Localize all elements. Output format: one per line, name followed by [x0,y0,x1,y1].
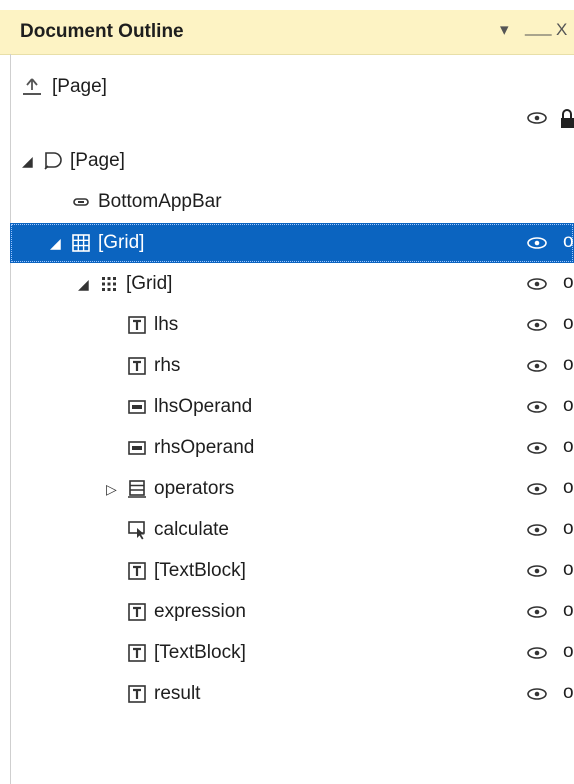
textbox-icon [126,642,148,664]
button-icon [126,519,148,541]
textfield-icon [126,396,148,418]
visibility-toggle-eye-icon[interactable] [526,317,548,333]
tree-node-label: [Page] [70,150,125,171]
panel-title: Document Outline [20,21,184,42]
tree-node-row[interactable]: rhsOperand o [10,428,574,468]
list-icon [126,478,148,500]
visibility-toggle-eye-icon[interactable] [526,399,548,415]
expanded-triangle-icon[interactable]: ◢ [50,233,66,253]
tree-node-label: [TextBlock] [154,642,246,663]
tree-node-label: lhsOperand [154,396,253,417]
tree-node-label: calculate [154,519,229,540]
close-icon[interactable]: X [556,20,567,40]
tree-node-row[interactable]: result o [10,674,574,714]
lock-toggle-icon[interactable]: o [563,600,574,622]
visibility-toggle-eye-icon[interactable] [526,604,548,620]
lock-toggle-icon[interactable]: o [563,477,574,499]
lock-toggle-icon[interactable]: o [563,518,574,540]
visibility-toggle-eye-icon[interactable] [526,440,548,456]
lock-toggle-icon[interactable]: o [563,313,574,335]
lock-toggle-icon[interactable]: o [563,354,574,376]
auto-hide-pin-icon[interactable]: ⸺ [524,20,553,45]
tree-node-row[interactable]: ◢ [Grid] o [10,223,574,263]
tree-node-row[interactable]: BottomAppBar [10,182,574,222]
scope-up-button[interactable]: [Page] [20,70,107,104]
tree-node-row[interactable]: lhsOperand o [10,387,574,427]
tree-node-row[interactable]: ◢ [Page] [10,141,574,181]
tree-node-label: [Grid] [98,232,145,253]
collapsed-triangle-icon[interactable]: ▷ [106,479,122,499]
lock-toggle-icon[interactable]: o [563,231,574,253]
page-icon [42,150,64,172]
tree-node-label: expression [154,601,246,622]
textbox-icon [126,560,148,582]
panel-titlebar: Document Outline ▾ ⸺ X [0,10,574,55]
textbox-icon [126,355,148,377]
grid-icon [70,232,92,254]
textfield-icon [126,437,148,459]
visibility-toggle-eye-icon[interactable] [526,235,548,251]
window-position-dropdown-icon[interactable]: ▾ [500,20,509,40]
lock-toggle-icon[interactable]: o [563,641,574,663]
lock-header-icon[interactable] [560,108,574,130]
textbox-icon [126,683,148,705]
visibility-toggle-eye-icon[interactable] [526,481,548,497]
textbox-icon [126,601,148,623]
tree-node-label: operators [154,478,235,499]
up-arrow-icon [20,76,44,98]
lock-toggle-icon[interactable]: o [563,395,574,417]
tree-node-row[interactable]: [TextBlock] o [10,633,574,673]
tree-node-label: rhs [154,355,181,376]
visibility-header-eye-icon[interactable] [526,110,548,126]
tree-node-row[interactable]: ◢ [Grid] o [10,264,574,304]
tree-node-row[interactable]: expression o [10,592,574,632]
visibility-toggle-eye-icon[interactable] [526,276,548,292]
tree-node-row[interactable]: [TextBlock] o [10,551,574,591]
textbox-icon [126,314,148,336]
tree-node-label: rhsOperand [154,437,255,458]
document-outline-panel: Document Outline ▾ ⸺ X [Page] ◢ [Page] Bot… [0,0,574,784]
appbar-icon [70,191,92,213]
tree-node-label: result [154,683,201,704]
visibility-toggle-eye-icon[interactable] [526,645,548,661]
tree-node-label: [TextBlock] [154,560,246,581]
tree-node-row[interactable]: calculate o [10,510,574,550]
expanded-triangle-icon[interactable]: ◢ [78,274,94,294]
grid-dots-icon [98,273,120,295]
tree-node-label: [Grid] [126,273,173,294]
tree-node-label: BottomAppBar [98,191,222,212]
tree-node-row[interactable]: ▷ operators o [10,469,574,509]
visibility-toggle-eye-icon[interactable] [526,522,548,538]
lock-toggle-icon[interactable]: o [563,436,574,458]
tree-node-row[interactable]: rhs o [10,346,574,386]
expanded-triangle-icon[interactable]: ◢ [22,151,38,171]
visibility-toggle-eye-icon[interactable] [526,686,548,702]
lock-toggle-icon[interactable]: o [563,272,574,294]
tree-node-row[interactable]: lhs o [10,305,574,345]
lock-toggle-icon[interactable]: o [563,682,574,704]
visibility-toggle-eye-icon[interactable] [526,358,548,374]
lock-toggle-icon[interactable]: o [563,559,574,581]
scope-up-label: [Page] [52,76,107,97]
tree-node-label: lhs [154,314,179,335]
visibility-toggle-eye-icon[interactable] [526,563,548,579]
